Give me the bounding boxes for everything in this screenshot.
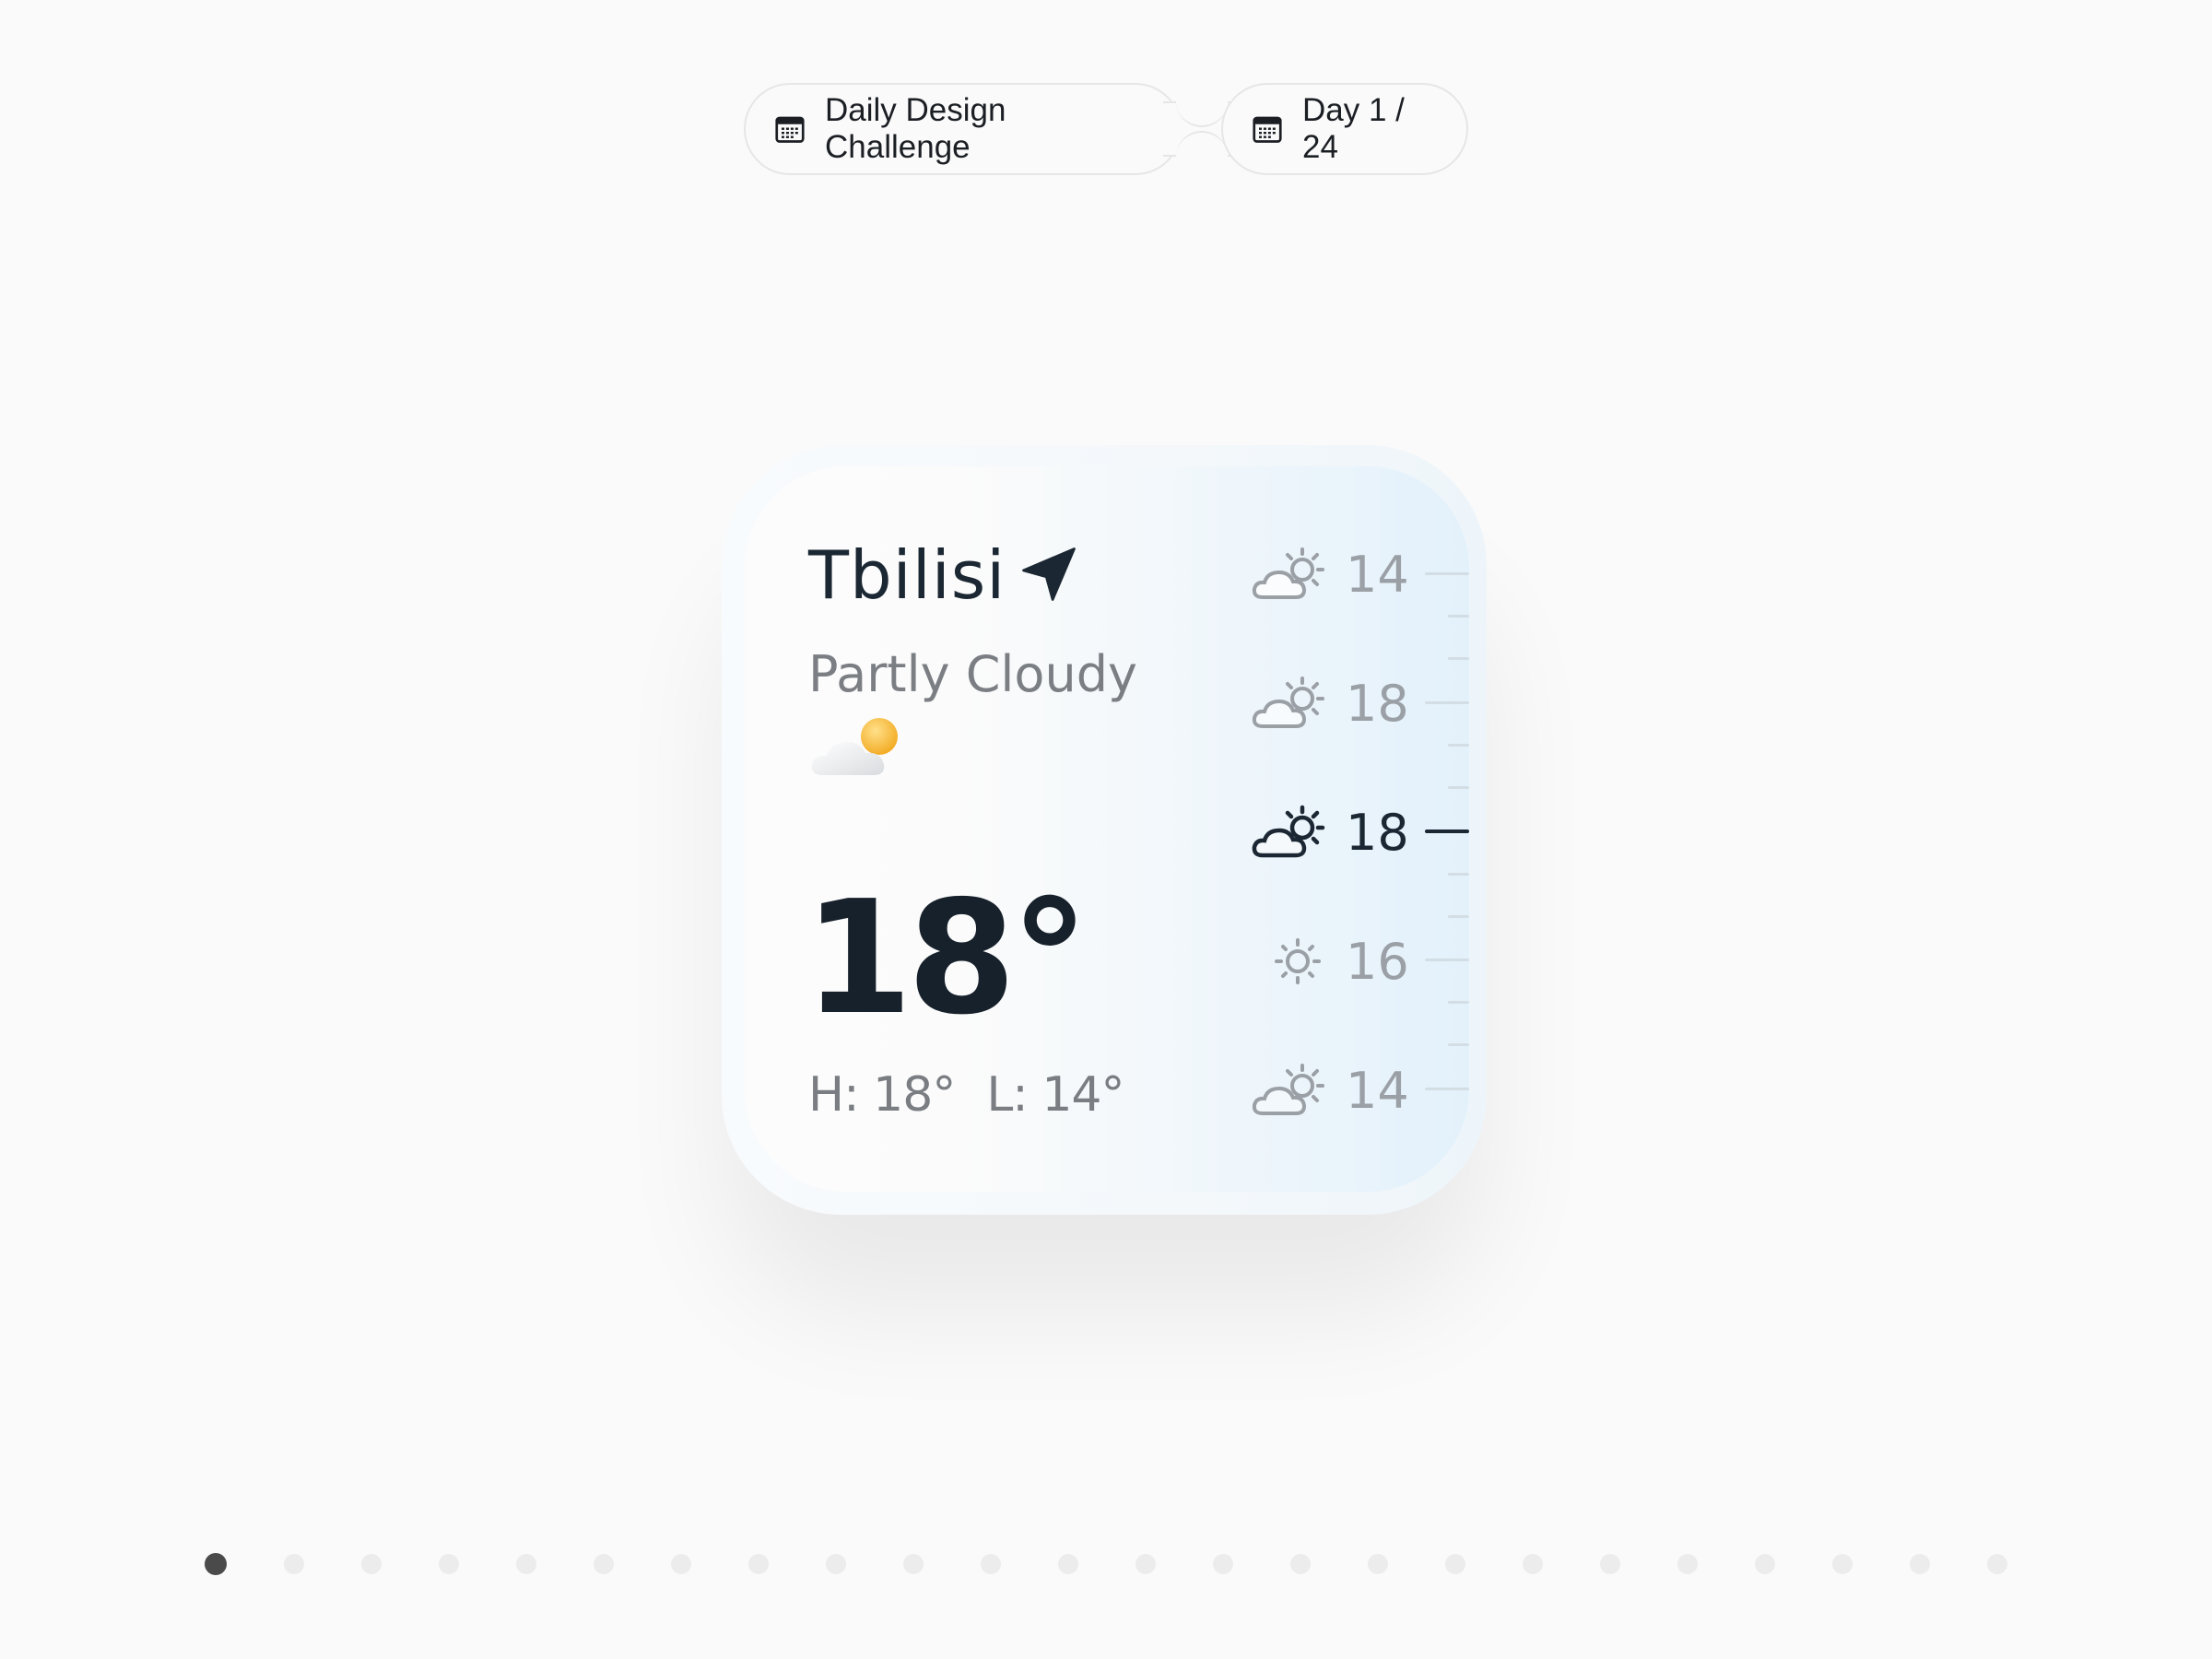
hourly-item[interactable]: 14 (1252, 1058, 1409, 1123)
partly-cloudy-icon (1252, 677, 1324, 728)
pagination-dot[interactable] (981, 1554, 1001, 1574)
pagination-dot[interactable] (903, 1554, 924, 1574)
pagination-dot[interactable] (1058, 1554, 1078, 1574)
pagination-dot[interactable] (748, 1554, 769, 1574)
timeline-tick (1448, 915, 1469, 918)
timeline-tick (1448, 657, 1469, 660)
timeline-tick-major (1425, 572, 1469, 575)
pagination-dot[interactable] (1368, 1554, 1388, 1574)
day-pill[interactable]: Day 1 / 24 (1221, 83, 1468, 175)
condition-text: Partly Cloudy (808, 645, 1137, 703)
hourly-item[interactable]: 14 (1252, 542, 1409, 606)
pagination-dot[interactable] (826, 1554, 846, 1574)
hourly-temp: 14 (1346, 545, 1409, 604)
timeline-tick-major (1425, 959, 1469, 961)
pagination-dot[interactable] (1987, 1554, 2007, 1574)
hourly-item-active[interactable]: 18 (1252, 800, 1409, 865)
pagination-dot[interactable] (516, 1554, 536, 1574)
partly-cloudy-icon (1252, 547, 1324, 599)
location-arrow-icon[interactable] (1018, 544, 1079, 605)
timeline-tick (1448, 744, 1469, 747)
challenge-label: Daily Design Challenge (825, 92, 1006, 165)
hourly-temp: 18 (1346, 803, 1409, 862)
pagination-dot[interactable] (1290, 1554, 1311, 1574)
low-temp: L: 14° (986, 1067, 1124, 1123)
pagination-dot[interactable] (1677, 1554, 1698, 1574)
hourly-item[interactable]: 18 (1252, 671, 1409, 735)
partly-cloudy-illustration-icon (811, 718, 898, 775)
pagination-dot[interactable] (594, 1554, 614, 1574)
timeline-tick-major (1425, 1088, 1469, 1090)
page: Daily Design Challenge Day 1 / 24 Tbilis… (0, 0, 2212, 1659)
city-name: Tbilisi (808, 536, 1006, 614)
pagination-dots (205, 1553, 2007, 1575)
challenge-pill[interactable]: Daily Design Challenge (744, 83, 1182, 175)
high-temp: H: 18° (808, 1067, 956, 1123)
timeline-tick-active (1425, 830, 1469, 833)
timeline-tick-major (1425, 701, 1469, 704)
pagination-dot[interactable] (361, 1554, 382, 1574)
pagination-dot[interactable] (1135, 1554, 1156, 1574)
timeline-tick (1448, 1001, 1469, 1004)
pagination-dot[interactable] (671, 1554, 691, 1574)
pagination-dot[interactable] (1213, 1554, 1233, 1574)
calendar-icon (1253, 116, 1282, 143)
day-label: Day 1 / 24 (1302, 92, 1405, 165)
pagination-dot[interactable] (284, 1554, 304, 1574)
pagination-dot[interactable] (1755, 1554, 1775, 1574)
partly-cloudy-icon (1252, 1064, 1324, 1115)
timeline-tick (1448, 786, 1469, 789)
timeline-tick (1448, 615, 1469, 618)
high-low: H: 18° L: 14° (808, 1067, 1125, 1123)
partly-cloudy-icon (1252, 805, 1325, 858)
calendar-icon (775, 116, 805, 143)
hourly-temp: 14 (1346, 1061, 1409, 1120)
hourly-temp: 16 (1346, 932, 1409, 991)
pagination-dot[interactable] (439, 1554, 459, 1574)
sun-icon (1275, 938, 1321, 984)
hourly-temp: 18 (1346, 674, 1409, 733)
current-temperature: 18° (804, 867, 1089, 1050)
hourly-item[interactable]: 16 (1252, 929, 1409, 994)
timeline-tick (1448, 873, 1469, 876)
pagination-dot[interactable] (1832, 1554, 1853, 1574)
pagination-dot[interactable] (1523, 1554, 1543, 1574)
pagination-dot[interactable] (1445, 1554, 1465, 1574)
pagination-dot-active[interactable] (205, 1553, 227, 1575)
timeline-tick (1448, 1043, 1469, 1046)
pagination-dot[interactable] (1600, 1554, 1620, 1574)
pagination-dot[interactable] (1910, 1554, 1930, 1574)
